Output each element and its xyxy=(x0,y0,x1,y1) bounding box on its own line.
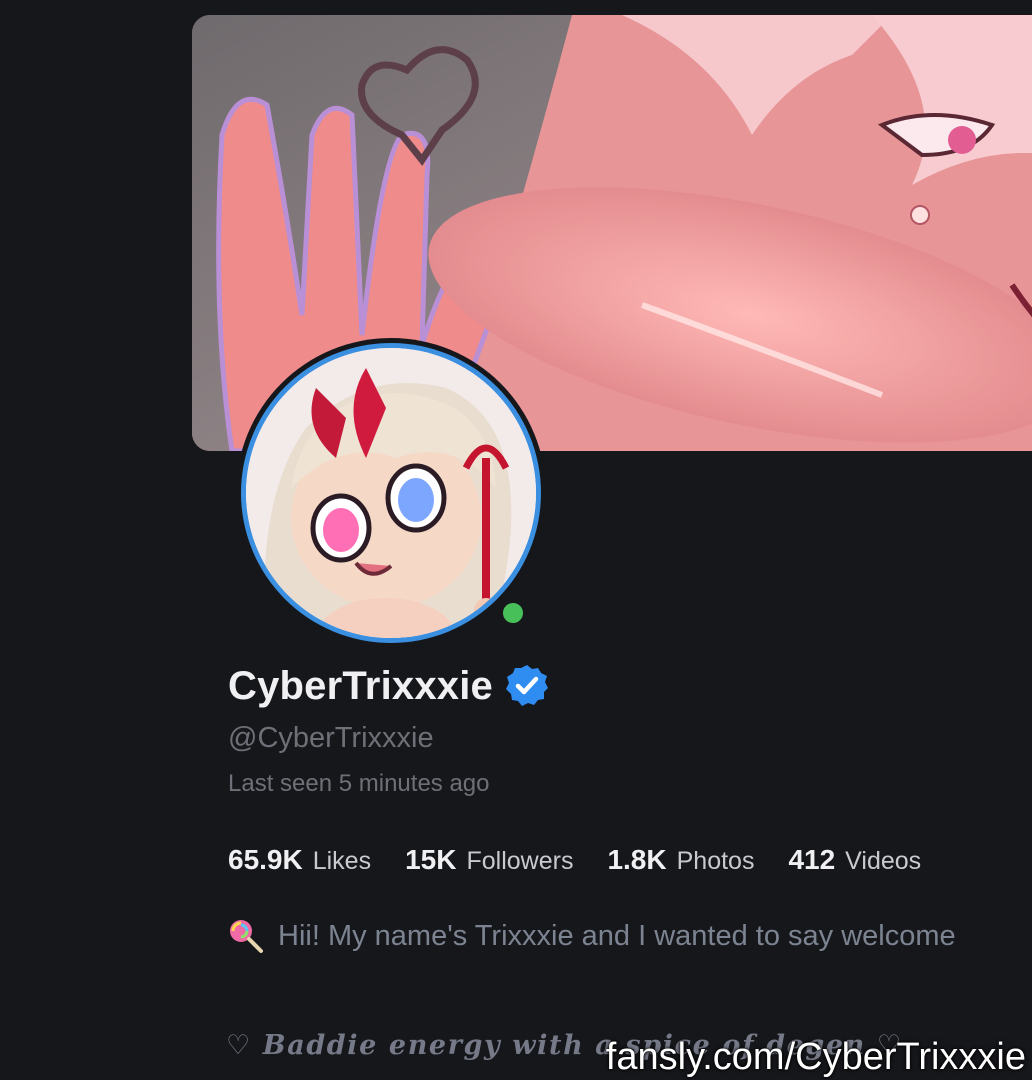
site-watermark: fansly.com/CyberTrixxxie xyxy=(605,1036,1026,1078)
stat-photos[interactable]: 1.8K Photos xyxy=(607,844,754,876)
lollipop-icon xyxy=(228,918,264,954)
stat-label: Likes xyxy=(312,847,372,875)
display-name: CyberTrixxxie xyxy=(228,663,493,708)
stat-value: 65.9K xyxy=(228,844,303,875)
stat-likes[interactable]: 65.9K Likes xyxy=(228,844,371,876)
stat-value: 15K xyxy=(405,844,457,875)
profile-stats: 65.9K Likes 15K Followers 1.8K Photos 41… xyxy=(228,844,921,876)
stat-videos[interactable]: 412 Videos xyxy=(788,844,921,876)
username-handle: @CyberTrixxxie xyxy=(228,722,434,754)
profile-bio: Hii! My name's Trixxxie and I wanted to … xyxy=(228,918,1032,954)
stat-value: 412 xyxy=(788,844,836,875)
avatar-container[interactable] xyxy=(236,338,546,648)
online-status-indicator xyxy=(498,598,528,628)
stat-label: Followers xyxy=(466,847,574,875)
profile-page: CyberTrixxxie @CyberTrixxxie Last seen 5… xyxy=(0,0,1032,1080)
stat-label: Videos xyxy=(845,847,922,875)
stat-value: 1.8K xyxy=(607,844,667,875)
bio-text: Hii! My name's Trixxxie and I wanted to … xyxy=(278,919,956,952)
verified-badge-icon xyxy=(503,662,551,710)
last-seen-status: Last seen 5 minutes ago xyxy=(228,770,490,797)
avatar-artwork xyxy=(246,348,536,638)
display-name-row: CyberTrixxxie xyxy=(228,662,551,710)
avatar[interactable] xyxy=(246,348,536,638)
stat-label: Photos xyxy=(676,847,755,875)
stat-followers[interactable]: 15K Followers xyxy=(405,844,573,876)
